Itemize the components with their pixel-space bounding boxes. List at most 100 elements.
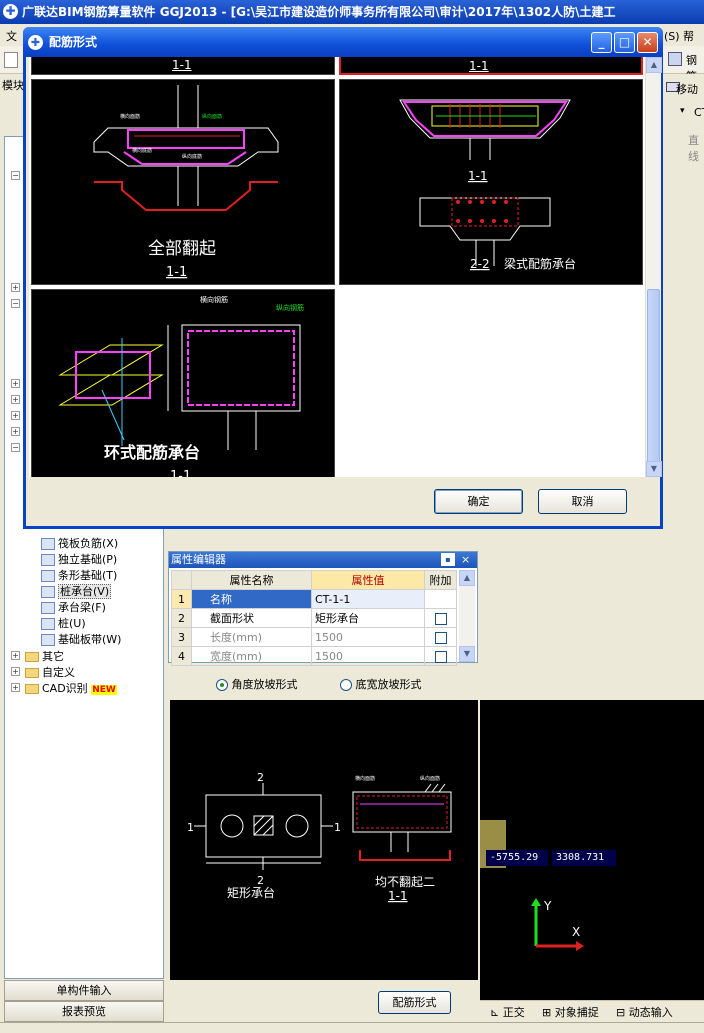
menu-item-help[interactable]: (S) 帮 <box>664 28 694 44</box>
tree-expander[interactable]: + <box>11 411 20 420</box>
extra-checkbox[interactable] <box>434 612 447 625</box>
ok-button[interactable]: 确定 <box>434 489 523 514</box>
line-button[interactable]: 直线 <box>688 132 704 164</box>
rebar-form-dialog: ✚ 配筋形式 _ □ ✕ 1-1 1-1 横向面筋 纵向面筋 横向底筋 纵向底筋… <box>23 27 663 529</box>
rebar-shape-line <box>359 850 451 861</box>
tile-caption: 环式配筋承台 <box>104 443 200 462</box>
scroll-up-icon[interactable]: ▲ <box>459 570 475 586</box>
gallery-scrollbar[interactable]: ▲ ▼ <box>645 57 662 477</box>
status-bar: ⊾ 正交 ⊞ 对象捕捉 ⊟ 动态输入 <box>480 1000 704 1022</box>
tree-expander[interactable]: + <box>11 651 20 660</box>
object-snap-toggle[interactable]: ⊞ 对象捕捉 <box>542 1004 599 1020</box>
ct-select[interactable]: CT <box>694 106 704 119</box>
app-title-bar: ✚ 广联达BIM钢筋算量软件 GGJ2013 - [G:\吴江市建设造价师事务所… <box>0 0 704 24</box>
property-name: 名称 <box>191 589 312 609</box>
rebar-form-button[interactable]: 配筋形式 <box>378 991 451 1014</box>
tree-expander[interactable]: − <box>11 443 20 452</box>
single-component-input-button[interactable]: 单构件输入 <box>4 980 164 1001</box>
rebar-option-tile-selected[interactable]: 1-1 <box>339 57 643 75</box>
pile-circle <box>220 814 244 838</box>
preview-drawing: 1 1 2 2 矩形承台 横向面筋 纵向面筋 均不翻起二 1-1 <box>187 771 452 903</box>
tree-item-raft-negative-rebar[interactable]: 筏板负筋(X) <box>41 535 118 551</box>
scroll-up-icon[interactable]: ▲ <box>646 57 662 73</box>
table-row[interactable]: 1 名称 CT-1-1 <box>171 589 457 609</box>
extra-checkbox[interactable] <box>434 650 447 663</box>
pin-icon[interactable]: ▪ <box>441 553 455 566</box>
tree-expander[interactable]: − <box>11 299 20 308</box>
tree-group-cad-recognition[interactable]: CAD识别 NEW <box>25 680 117 696</box>
column-header-name[interactable]: 属性名称 <box>191 570 312 590</box>
tree-expander[interactable]: + <box>11 667 20 676</box>
rebar-option-tile[interactable]: 横向钢筋 纵向钢筋 环式配筋承台 1-1 <box>31 289 335 477</box>
scroll-down-icon[interactable]: ▼ <box>459 646 475 662</box>
ct-dropdown-arrow-icon[interactable]: ▾ <box>680 106 685 116</box>
dialog-title-bar: ✚ 配筋形式 _ □ ✕ <box>23 27 663 57</box>
tree-item-cap-beam[interactable]: 承台梁(F) <box>41 599 106 615</box>
scroll-thumb[interactable] <box>647 289 660 477</box>
tree-item-pile-cap[interactable]: 桩承台(V) <box>41 583 112 599</box>
maximize-icon[interactable]: □ <box>614 32 635 53</box>
svg-text:横向面筋: 横向面筋 <box>120 113 140 120</box>
property-editor-title: 属性编辑器 <box>171 553 226 566</box>
column-header-extra[interactable]: 附加 <box>424 570 457 590</box>
table-row[interactable]: 2 截面形状 矩形承台 <box>171 608 457 628</box>
close-icon[interactable]: ✕ <box>637 32 658 53</box>
angle-slope-radio[interactable]: 角度放坡形式 <box>216 676 298 692</box>
rebar-option-tile[interactable]: 1-1 2-2 梁式配筋承台 <box>339 79 643 285</box>
plan-caption: 矩形承台 <box>227 885 275 900</box>
isolated-footing-icon <box>41 554 55 566</box>
strip-footing-icon <box>41 570 55 582</box>
dynamic-input-toggle[interactable]: ⊟ 动态输入 <box>616 1004 673 1020</box>
tree-expander[interactable]: + <box>11 683 20 692</box>
width-slope-radio[interactable]: 底宽放坡形式 <box>340 676 422 692</box>
folder-icon <box>25 684 39 694</box>
folder-icon <box>25 652 39 662</box>
rebar-option-tile[interactable]: 1-1 <box>31 57 335 75</box>
section-caption: 均不翻起二 <box>375 875 435 889</box>
cancel-button[interactable]: 取消 <box>538 489 627 514</box>
tree-expander[interactable]: − <box>11 171 20 180</box>
new-file-icon[interactable] <box>4 52 18 68</box>
tree-expander[interactable]: + <box>11 379 20 388</box>
minimize-icon[interactable]: _ <box>591 32 612 53</box>
tree-expander[interactable]: + <box>11 395 20 404</box>
section-outline <box>352 791 452 833</box>
table-row[interactable]: 4 宽度(mm) 1500 <box>171 646 457 666</box>
menu-item-file[interactable]: 文 <box>6 28 17 44</box>
app-status-bar <box>0 1022 704 1033</box>
move-button[interactable]: 移动 <box>676 81 698 97</box>
tile-caption: 梁式配筋承台 <box>504 256 576 271</box>
extra-checkbox[interactable] <box>434 631 447 644</box>
svg-text:横向底筋: 横向底筋 <box>132 147 152 154</box>
close-icon[interactable]: × <box>461 552 470 568</box>
property-value-input[interactable]: CT-1-1 <box>311 589 425 609</box>
tree-item-isolated-footing[interactable]: 独立基础(P) <box>41 551 117 567</box>
property-value-input[interactable]: 1500 <box>311 646 425 666</box>
slope-option-group: 角度放坡形式 底宽放坡形式 <box>168 668 478 696</box>
svg-text:横向面筋: 横向面筋 <box>355 775 375 782</box>
tree-item-pile[interactable]: 桩(U) <box>41 615 86 631</box>
ortho-toggle[interactable]: ⊾ 正交 <box>490 1004 525 1020</box>
table-row[interactable]: 3 长度(mm) 1500 <box>171 627 457 647</box>
report-preview-button[interactable]: 报表预览 <box>4 1001 164 1022</box>
column-header-value[interactable]: 属性值 <box>311 570 425 590</box>
tree-group-other[interactable]: 其它 <box>25 648 64 664</box>
rebar-option-tile[interactable]: 横向面筋 纵向面筋 横向底筋 纵向底筋 全部翻起 1-1 <box>31 79 335 285</box>
tree-expander[interactable]: + <box>11 283 20 292</box>
tile-label: 1-1 <box>468 169 488 183</box>
tree-item-foundation-strip[interactable]: 基础板带(W) <box>41 631 121 647</box>
raft-rebar-icon <box>41 538 55 550</box>
scroll-down-icon[interactable]: ▼ <box>646 461 662 477</box>
tree-expander[interactable]: + <box>11 427 20 436</box>
axis-x-label: X <box>572 925 580 939</box>
property-scrollbar[interactable]: ▲ ▼ <box>459 570 475 662</box>
pile-circle <box>285 814 309 838</box>
property-value-input[interactable]: 矩形承台 <box>311 608 425 628</box>
svg-text:纵向钢筋: 纵向钢筋 <box>276 303 304 312</box>
app-logo-icon: ✚ <box>3 4 18 19</box>
tree-item-strip-footing[interactable]: 条形基础(T) <box>41 567 117 583</box>
tree-group-custom[interactable]: 自定义 <box>25 664 75 680</box>
axis-y-label: Y <box>543 899 552 913</box>
property-value-input[interactable]: 1500 <box>311 627 425 647</box>
coord-x-readout: -5755.29 <box>486 850 548 866</box>
